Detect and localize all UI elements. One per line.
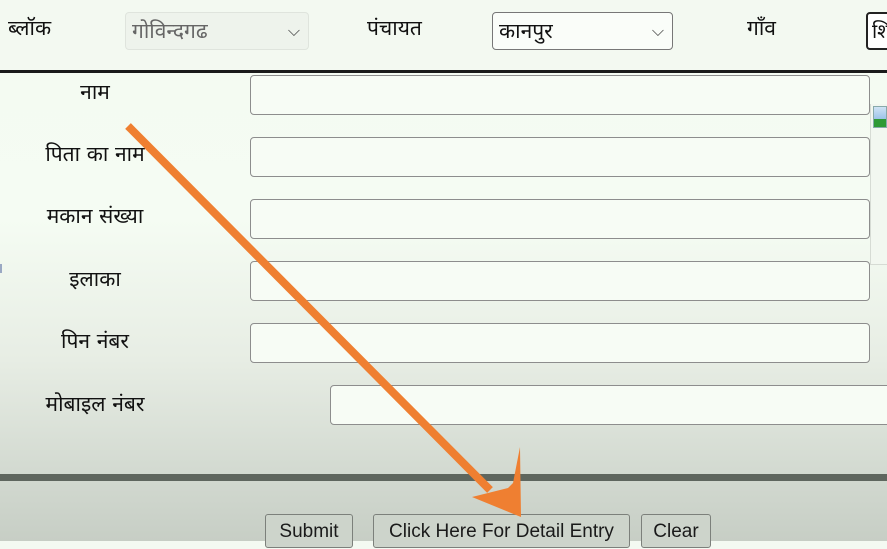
photo-panel [870,104,887,265]
broken-image-icon [873,106,887,128]
clear-button[interactable]: Clear [641,514,711,548]
area-input[interactable] [250,261,870,301]
mobile-number-label: मोबाइल नंबर [45,392,145,416]
village-label: गाँव [747,16,776,40]
detail-entry-button[interactable]: Click Here For Detail Entry [373,514,630,548]
mobile-number-input[interactable] [330,385,887,425]
father-name-input[interactable] [250,137,870,177]
name-label: नाम [80,80,110,104]
village-select[interactable]: शि [866,12,887,50]
father-name-label: पिता का नाम [45,142,145,166]
annotation-arrow-shaft [125,123,493,493]
block-label: ब्लॉक [8,16,52,40]
village-select-value: शि [872,19,887,43]
pin-code-label: पिन नंबर [61,329,129,353]
edge-marker [0,264,2,273]
house-number-label: मकान संख्या [46,204,144,228]
location-filter-bar: ब्लॉक गोविन्दगढ ⌵ पंचायत कानपुर ⌵ गाँव श… [0,0,887,73]
pin-code-input[interactable] [250,323,870,363]
section-divider [0,474,887,481]
name-input[interactable] [250,75,870,115]
block-select[interactable]: गोविन्दगढ ⌵ [125,12,309,50]
area-label: इलाका [69,267,121,291]
panchayat-select[interactable]: कानपुर ⌵ [492,12,673,50]
chevron-down-icon: ⌵ [287,21,300,40]
chevron-down-icon: ⌵ [651,21,664,40]
submit-button[interactable]: Submit [265,514,353,548]
block-select-value: गोविन्दगढ [132,19,208,43]
panchayat-select-value: कानपुर [499,19,553,43]
house-number-input[interactable] [250,199,870,239]
annotation-arrow-head [472,447,521,517]
panchayat-label: पंचायत [367,16,422,40]
